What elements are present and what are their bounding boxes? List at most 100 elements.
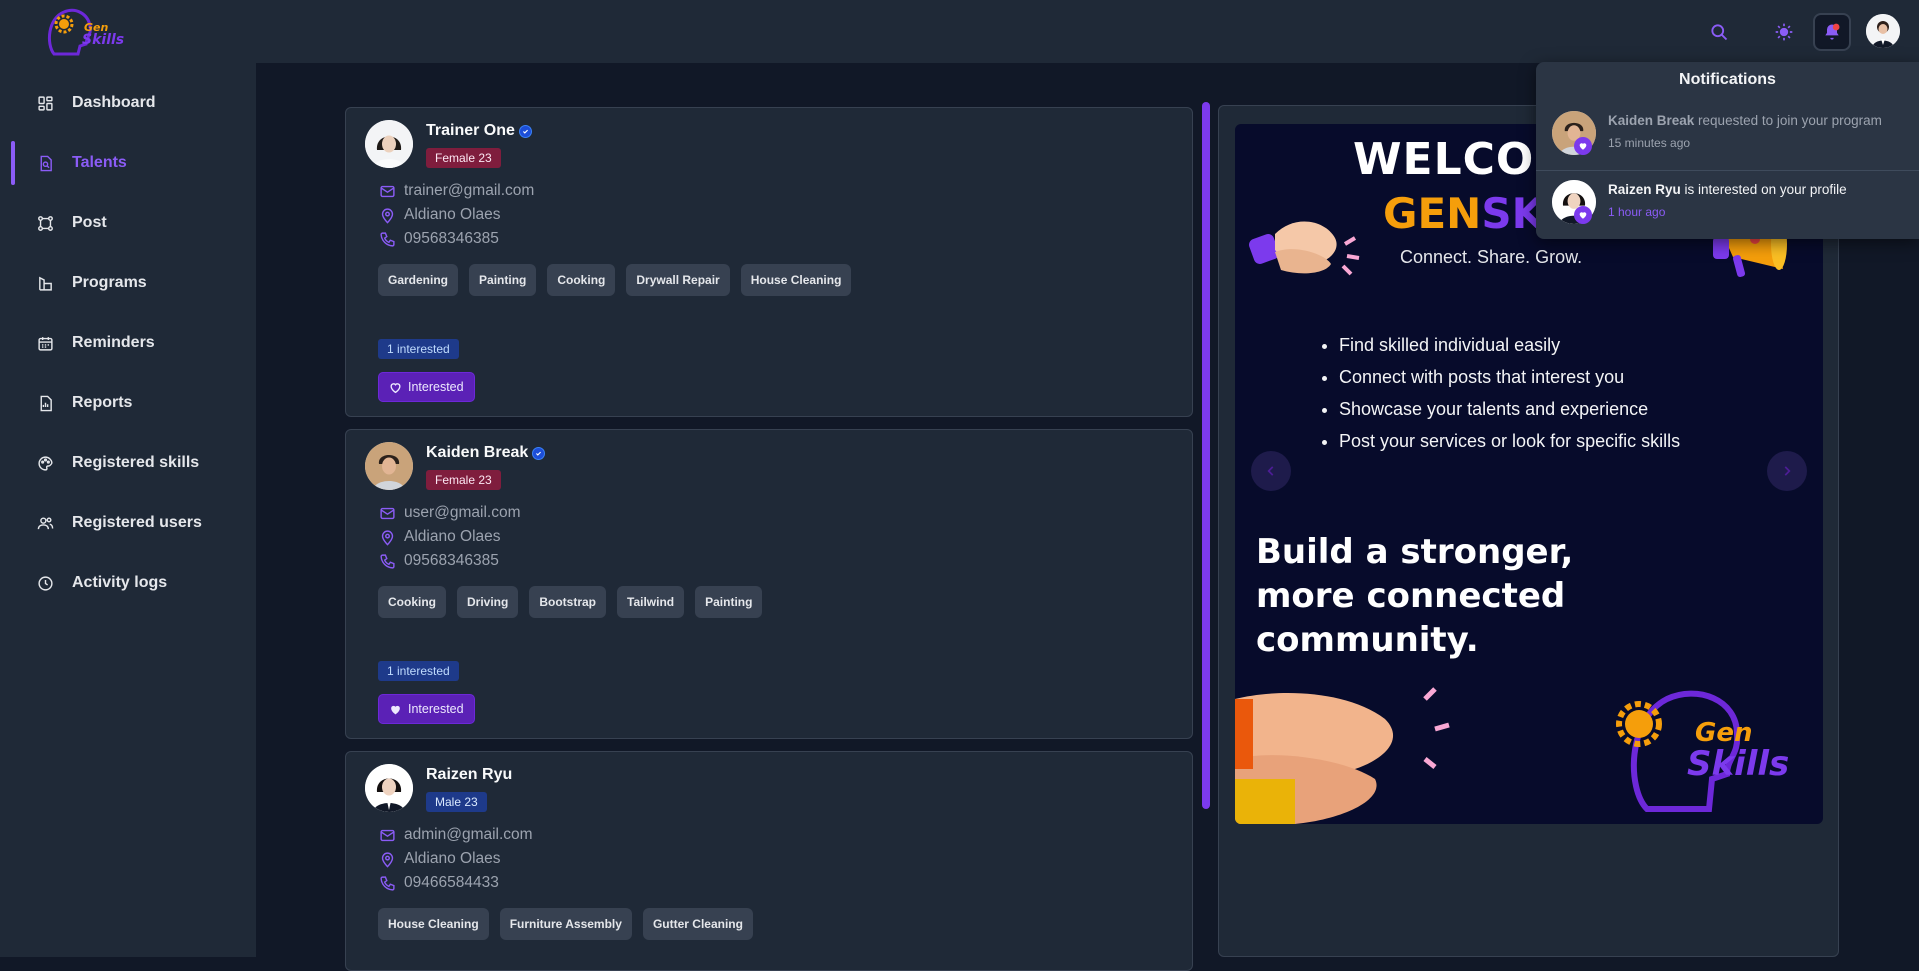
location-pin-icon bbox=[378, 850, 396, 868]
list-scrollbar[interactable] bbox=[1202, 102, 1210, 809]
theme-toggle-button[interactable] bbox=[1765, 13, 1803, 51]
notifications-button[interactable] bbox=[1813, 13, 1851, 51]
sidebar-item-talents[interactable]: Talents bbox=[0, 139, 256, 187]
talent-phone: 09568346385 bbox=[404, 230, 499, 247]
banner-tagline: Connect. Share. Grow. bbox=[1400, 247, 1583, 267]
palette-icon bbox=[36, 454, 54, 472]
talent-location: Aldiano Olaes bbox=[404, 528, 501, 545]
search-button[interactable] bbox=[1700, 13, 1738, 51]
skill-tag: Cooking bbox=[547, 264, 616, 296]
talent-avatar[interactable] bbox=[365, 120, 413, 168]
banner-headline: Build a stronger, more connected communi… bbox=[1256, 532, 1574, 660]
talent-avatar[interactable] bbox=[365, 442, 413, 490]
notifications-title: Notifications bbox=[1679, 71, 1776, 88]
mail-icon bbox=[378, 182, 396, 200]
location-row: Aldiano Olaes bbox=[378, 206, 501, 224]
banner-logo-skills: Skills bbox=[1687, 744, 1789, 784]
interested-button[interactable]: Interested bbox=[378, 372, 475, 402]
skill-tag: Painting bbox=[469, 264, 537, 296]
chevron-left-icon bbox=[1267, 466, 1274, 476]
sidebar-item-label: Reminders bbox=[72, 334, 155, 351]
email-row: user@gmail.com bbox=[378, 504, 521, 522]
sidebar-item-label: Registered users bbox=[72, 514, 202, 531]
talent-card: Kaiden Break Female 23 user@gmail.com Al… bbox=[345, 429, 1193, 739]
mail-icon bbox=[378, 826, 396, 844]
sidebar-item-reminders[interactable]: Reminders bbox=[0, 319, 256, 367]
skill-tag: Tailwind bbox=[617, 586, 685, 618]
phone-row: 09568346385 bbox=[378, 552, 499, 570]
carousel-prev-button[interactable] bbox=[1251, 451, 1291, 491]
notification-item[interactable]: Kaiden Break requested to join your prog… bbox=[1536, 105, 1919, 169]
banner-feature-item: Connect with posts that interest you bbox=[1339, 365, 1759, 389]
gender-age-badge: Female 23 bbox=[426, 148, 501, 168]
talent-name-row: Raizen Ryu bbox=[426, 766, 512, 784]
interested-label: Interested bbox=[408, 380, 464, 394]
talent-location: Aldiano Olaes bbox=[404, 850, 501, 867]
location-pin-icon bbox=[378, 528, 396, 546]
banner-brand-gen: GEN bbox=[1383, 189, 1482, 238]
notification-message: requested to join your program bbox=[1694, 113, 1882, 128]
talent-email: user@gmail.com bbox=[404, 504, 521, 521]
talent-avatar[interactable] bbox=[365, 764, 413, 812]
phone-icon bbox=[378, 874, 396, 892]
skill-tag: Driving bbox=[457, 586, 519, 618]
heart-badge-icon bbox=[1574, 206, 1592, 224]
interested-count-badge: 1 interested bbox=[378, 339, 459, 359]
notification-sender: Kaiden Break bbox=[1608, 113, 1695, 128]
gender-age-badge: Male 23 bbox=[426, 792, 487, 812]
email-row: admin@gmail.com bbox=[378, 826, 533, 844]
interested-count-badge: 1 interested bbox=[378, 661, 459, 681]
notification-item[interactable]: Raizen Ryu is interested on your profile… bbox=[1536, 174, 1919, 238]
talent-email: admin@gmail.com bbox=[404, 826, 533, 843]
phone-icon bbox=[378, 230, 396, 248]
notification-text: Kaiden Break requested to join your prog… bbox=[1608, 113, 1908, 128]
skill-tag: House Cleaning bbox=[740, 264, 852, 296]
sidebar-item-dashboard[interactable]: Dashboard bbox=[0, 79, 256, 127]
sidebar-item-label: Dashboard bbox=[72, 94, 156, 111]
sidebar-item-registered-skills[interactable]: Registered skills bbox=[0, 439, 256, 487]
sidebar: Dashboard Talents Post Programs Reminder… bbox=[0, 63, 256, 957]
talent-name-row: Kaiden Break bbox=[426, 444, 546, 462]
calendar-icon bbox=[36, 334, 54, 352]
sidebar-item-activity-logs[interactable]: Activity logs bbox=[0, 559, 256, 607]
skills-list: Gardening Painting Cooking Drywall Repai… bbox=[378, 264, 852, 296]
sidebar-item-programs[interactable]: Programs bbox=[0, 259, 256, 307]
genskills-logo[interactable]: Gen Skills bbox=[40, 4, 132, 58]
programs-icon bbox=[36, 274, 54, 292]
search-icon bbox=[1711, 24, 1728, 41]
heart-outline-icon bbox=[390, 382, 401, 393]
phone-row: 09568346385 bbox=[378, 230, 499, 248]
talent-name[interactable]: Trainer One bbox=[426, 122, 515, 140]
skills-list: Cooking Driving Bootstrap Tailwind Paint… bbox=[378, 586, 763, 618]
dashboard-icon bbox=[36, 94, 54, 112]
notification-text: Raizen Ryu is interested on your profile bbox=[1608, 182, 1908, 197]
notification-time: 1 hour ago bbox=[1608, 205, 1666, 219]
sidebar-item-label: Post bbox=[72, 214, 107, 231]
banner-feature-item: Showcase your talents and experience bbox=[1339, 397, 1759, 421]
banner-feature-list: Find skilled individual easily Connect w… bbox=[1339, 333, 1759, 461]
carousel-next-button[interactable] bbox=[1767, 451, 1807, 491]
sidebar-item-label: Programs bbox=[72, 274, 147, 291]
talent-card: Trainer One Female 23 trainer@gmail.com … bbox=[345, 107, 1193, 417]
top-bar: Gen Skills bbox=[0, 0, 1919, 63]
email-row: trainer@gmail.com bbox=[378, 182, 534, 200]
sidebar-item-post[interactable]: Post bbox=[0, 199, 256, 247]
phone-row: 09466584433 bbox=[378, 874, 499, 892]
talent-name[interactable]: Raizen Ryu bbox=[426, 766, 512, 784]
sun-icon bbox=[1775, 23, 1793, 41]
user-avatar[interactable] bbox=[1866, 14, 1900, 48]
notification-sender: Raizen Ryu bbox=[1608, 182, 1681, 197]
talent-email: trainer@gmail.com bbox=[404, 182, 535, 199]
mail-icon bbox=[378, 504, 396, 522]
chevron-right-icon bbox=[1784, 466, 1791, 476]
bell-icon bbox=[1825, 23, 1840, 40]
interested-button[interactable]: Interested bbox=[378, 694, 475, 724]
sidebar-item-registered-users[interactable]: Registered users bbox=[0, 499, 256, 547]
sidebar-item-reports[interactable]: Reports bbox=[0, 379, 256, 427]
sidebar-item-label: Activity logs bbox=[72, 574, 168, 591]
sidebar-item-label: Talents bbox=[72, 154, 127, 171]
talent-name[interactable]: Kaiden Break bbox=[426, 444, 528, 462]
sidebar-item-label: Registered skills bbox=[72, 454, 200, 471]
users-icon bbox=[36, 514, 54, 532]
reports-icon bbox=[36, 394, 54, 412]
